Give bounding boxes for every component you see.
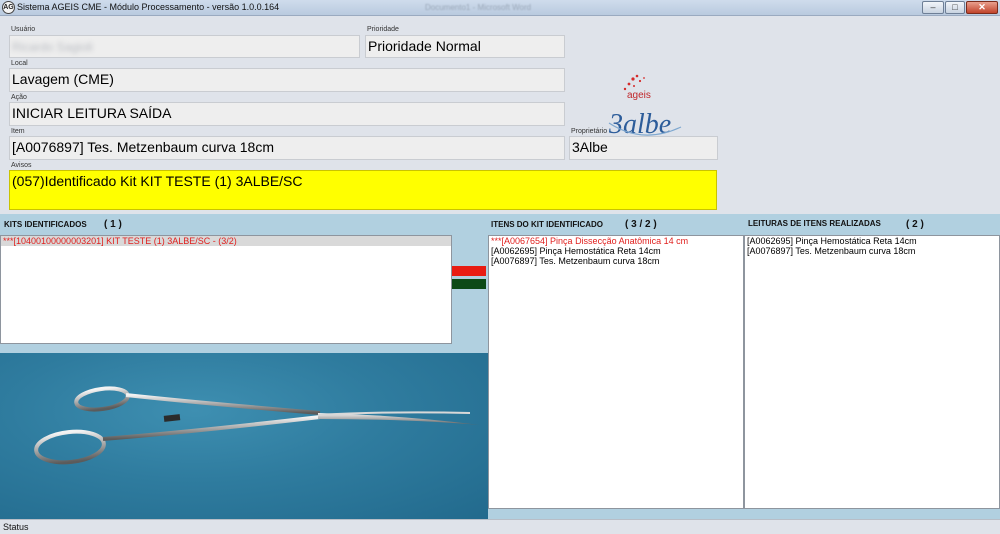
local-field: Lavagem (CME) (9, 68, 565, 92)
title-bar: AG Sistema AGEIS CME - Módulo Processame… (0, 0, 1000, 16)
acao-value: INICIAR LEITURA SAÍDA (12, 105, 172, 121)
kits-title: KITS IDENTIFICADOS (4, 220, 87, 229)
list-item[interactable]: ***[10400100000003201] KIT TESTE (1) 3AL… (1, 236, 451, 246)
list-item[interactable]: [A0062695] Pinça Hemostática Reta 14cm (745, 236, 999, 246)
close-button[interactable]: ✕ (966, 1, 998, 14)
itens-kit-count: ( 3 / 2 ) (625, 219, 657, 230)
item-field: [A0076897] Tes. Metzenbaum curva 18cm (9, 136, 565, 160)
leituras-count: ( 2 ) (906, 219, 924, 230)
status-indicator-red (452, 266, 486, 276)
list-item[interactable]: [A0076897] Tes. Metzenbaum curva 18cm (745, 246, 999, 256)
usuario-label: Usuário (11, 26, 36, 33)
maximize-icon: □ (952, 2, 958, 12)
header-form: Usuário Ricardo Sagioli Prioridade Prior… (0, 16, 1000, 214)
minimize-button[interactable]: – (922, 1, 944, 14)
leituras-list[interactable]: [A0062695] Pinça Hemostática Reta 14cm [… (744, 235, 1000, 509)
item-value: [A0076897] Tes. Metzenbaum curva 18cm (12, 139, 275, 155)
avisos-value: (057)Identificado Kit KIT TESTE (1) 3ALB… (12, 173, 303, 189)
list-item[interactable]: ***[A0067654] Pinça Dissecção Anatômica … (489, 236, 743, 246)
minimize-icon: – (930, 2, 936, 12)
proprietario-label: Proprietário (571, 128, 608, 135)
logo-ageis-text: ageis (627, 90, 651, 101)
ageis-3albe-logo: ageis 3albe (608, 74, 682, 140)
itens-kit-title: ITENS DO KIT IDENTIFICADO (491, 220, 603, 229)
background-window-hint: Documento1 - Microsoft Word (425, 3, 532, 12)
app-icon[interactable]: AG (2, 1, 15, 14)
avisos-field: (057)Identificado Kit KIT TESTE (1) 3ALB… (9, 170, 717, 210)
list-item[interactable]: [A0076897] Tes. Metzenbaum curva 18cm (489, 256, 743, 266)
prioridade-value: Prioridade Normal (368, 38, 481, 54)
status-text: Status (3, 522, 29, 532)
leituras-title: LEITURAS DE ITENS REALIZADAS (748, 219, 881, 228)
local-value: Lavagem (CME) (12, 71, 114, 87)
window-title: Sistema AGEIS CME - Módulo Processamento… (17, 2, 280, 12)
avisos-label: Avisos (11, 162, 32, 169)
instrument-photo (0, 353, 488, 519)
maximize-button[interactable]: □ (945, 1, 965, 14)
usuario-field: Ricardo Sagioli (9, 35, 360, 58)
close-icon: ✕ (978, 2, 986, 12)
list-item[interactable]: [A0062695] Pinça Hemostática Reta 14cm (489, 246, 743, 256)
kits-list[interactable]: ***[10400100000003201] KIT TESTE (1) 3AL… (0, 235, 452, 344)
local-label: Local (11, 60, 28, 67)
itens-kit-list[interactable]: ***[A0067654] Pinça Dissecção Anatômica … (488, 235, 744, 509)
usuario-value: Ricardo Sagioli (12, 40, 93, 54)
logo-3albe-text: 3albe (608, 109, 671, 140)
acao-label: Ação (11, 94, 27, 101)
prioridade-label: Prioridade (367, 26, 399, 33)
kits-count: ( 1 ) (104, 219, 122, 230)
reading-panels: KITS IDENTIFICADOS ( 1 ) ***[10400100000… (0, 214, 1000, 519)
status-bar: Status (0, 519, 1000, 534)
status-indicator-green (452, 279, 486, 289)
prioridade-field: Prioridade Normal (365, 35, 565, 58)
item-label: Item (11, 128, 25, 135)
acao-field: INICIAR LEITURA SAÍDA (9, 102, 565, 126)
